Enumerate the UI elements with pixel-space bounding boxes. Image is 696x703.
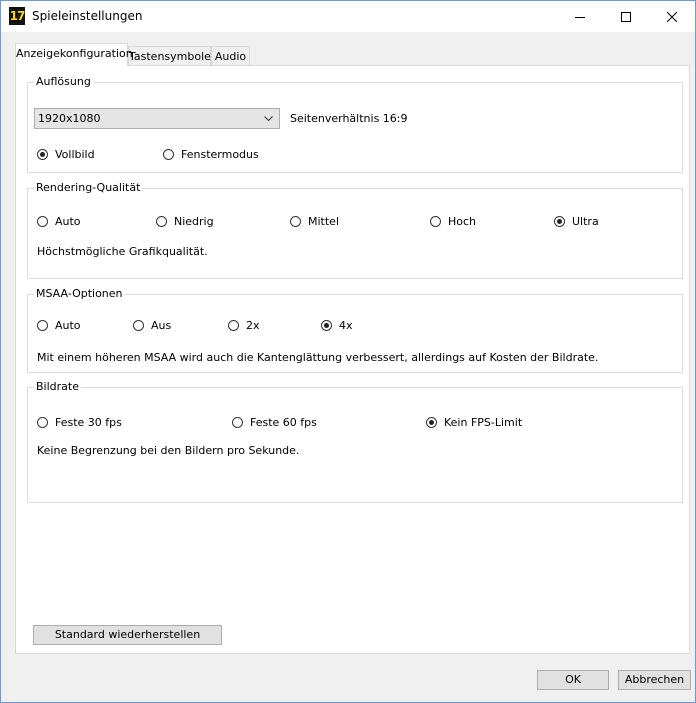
maximize-button[interactable] bbox=[603, 1, 649, 32]
radio-checked-icon bbox=[37, 149, 48, 160]
radio-label: Mittel bbox=[308, 215, 339, 228]
ok-button[interactable]: OK bbox=[537, 670, 609, 690]
radio-fenstermodus[interactable]: Fenstermodus bbox=[163, 148, 259, 161]
resolution-group-label: Auflösung bbox=[34, 75, 93, 88]
radio-label: Kein FPS-Limit bbox=[444, 416, 523, 429]
framerate-group-label: Bildrate bbox=[34, 380, 81, 393]
radio-label: Vollbild bbox=[55, 148, 95, 161]
radio-rendering-ultra[interactable]: Ultra bbox=[554, 215, 599, 228]
cancel-button[interactable]: Abbrechen bbox=[618, 670, 691, 690]
rendering-group-label: Rendering-Qualität bbox=[34, 181, 143, 194]
radio-unchecked-icon bbox=[232, 417, 243, 428]
radio-msaa-4x[interactable]: 4x bbox=[321, 319, 353, 332]
radio-checked-icon bbox=[426, 417, 437, 428]
resolution-dropdown-value: 1920x1080 bbox=[38, 112, 101, 125]
radio-unchecked-icon bbox=[156, 216, 167, 227]
tab-audio[interactable]: Audio bbox=[211, 46, 250, 66]
framerate-description: Keine Begrenzung bei den Bildern pro Sek… bbox=[37, 444, 300, 457]
radio-msaa-auto[interactable]: Auto bbox=[37, 319, 81, 332]
rendering-description: Höchstmögliche Grafikqualität. bbox=[37, 245, 208, 258]
radio-label: 4x bbox=[339, 319, 353, 332]
tab-panel: Auflösung 1920x1080 Seitenverhältnis 16:… bbox=[15, 65, 690, 654]
chevron-down-icon bbox=[264, 116, 273, 121]
settings-window: 17 Spieleinstellungen Anzeigekonfigurati… bbox=[0, 0, 696, 703]
radio-rendering-mittel[interactable]: Mittel bbox=[290, 215, 339, 228]
framerate-group: Bildrate Feste 30 fps Feste 60 fps Kein … bbox=[27, 380, 683, 503]
minimize-button[interactable] bbox=[557, 1, 603, 32]
aspect-ratio-label: Seitenverhältnis 16:9 bbox=[290, 112, 408, 125]
radio-label: 2x bbox=[246, 319, 260, 332]
resolution-group: Auflösung 1920x1080 Seitenverhältnis 16:… bbox=[27, 75, 683, 173]
resolution-dropdown[interactable]: 1920x1080 bbox=[34, 108, 280, 129]
radio-unchecked-icon bbox=[290, 216, 301, 227]
radio-rendering-auto[interactable]: Auto bbox=[37, 215, 81, 228]
close-button[interactable] bbox=[649, 1, 695, 32]
radio-unchecked-icon bbox=[228, 320, 239, 331]
radio-unchecked-icon bbox=[37, 216, 48, 227]
maximize-icon bbox=[621, 11, 631, 22]
radio-unchecked-icon bbox=[430, 216, 441, 227]
title-bar: 17 Spieleinstellungen bbox=[1, 1, 695, 32]
radio-msaa-aus[interactable]: Aus bbox=[133, 319, 171, 332]
tab-anzeigekonfiguration[interactable]: Anzeigekonfiguration bbox=[15, 43, 133, 66]
radio-label: Auto bbox=[55, 319, 81, 332]
restore-defaults-button[interactable]: Standard wiederherstellen bbox=[33, 625, 222, 645]
radio-unchecked-icon bbox=[37, 417, 48, 428]
app-logo-icon: 17 bbox=[9, 7, 25, 25]
radio-label: Fenstermodus bbox=[181, 148, 259, 161]
radio-kein-fps-limit[interactable]: Kein FPS-Limit bbox=[426, 416, 522, 429]
radio-label: Hoch bbox=[448, 215, 477, 228]
msaa-description: Mit einem höheren MSAA wird auch die Kan… bbox=[37, 351, 599, 364]
msaa-group: MSAA-Optionen Auto Aus 2x 4x Mit einem h… bbox=[27, 287, 683, 373]
close-icon bbox=[667, 11, 677, 22]
radio-feste-60-fps[interactable]: Feste 60 fps bbox=[232, 416, 317, 429]
radio-unchecked-icon bbox=[37, 320, 48, 331]
radio-label: Auto bbox=[55, 215, 81, 228]
radio-label: Feste 60 fps bbox=[250, 416, 317, 429]
msaa-group-label: MSAA-Optionen bbox=[34, 287, 125, 300]
radio-unchecked-icon bbox=[133, 320, 144, 331]
rendering-group: Rendering-Qualität Auto Niedrig Mittel H… bbox=[27, 181, 683, 279]
radio-label: Niedrig bbox=[174, 215, 214, 228]
radio-rendering-niedrig[interactable]: Niedrig bbox=[156, 215, 214, 228]
radio-feste-30-fps[interactable]: Feste 30 fps bbox=[37, 416, 122, 429]
radio-unchecked-icon bbox=[163, 149, 174, 160]
tab-tastensymbole[interactable]: Tastensymbole bbox=[128, 46, 211, 66]
radio-checked-icon bbox=[554, 216, 565, 227]
radio-checked-icon bbox=[321, 320, 332, 331]
radio-rendering-hoch[interactable]: Hoch bbox=[430, 215, 476, 228]
radio-vollbild[interactable]: Vollbild bbox=[37, 148, 95, 161]
minimize-icon bbox=[575, 16, 585, 18]
radio-msaa-2x[interactable]: 2x bbox=[228, 319, 260, 332]
radio-label: Ultra bbox=[572, 215, 599, 228]
radio-label: Feste 30 fps bbox=[55, 416, 122, 429]
window-title: Spieleinstellungen bbox=[32, 9, 143, 23]
radio-label: Aus bbox=[151, 319, 172, 332]
